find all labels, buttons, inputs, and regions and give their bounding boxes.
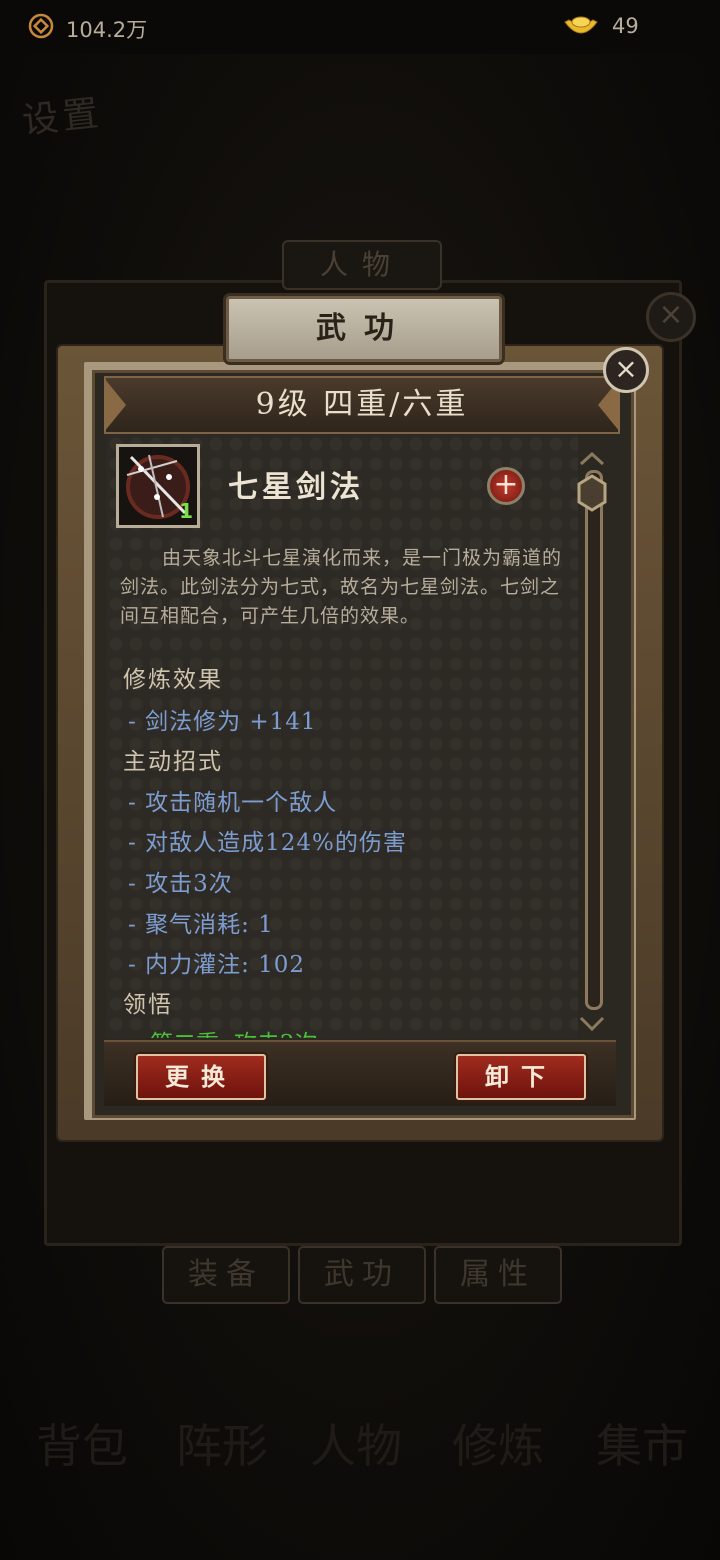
- tab-martial-arts[interactable]: 武功: [298, 1246, 426, 1304]
- active-move-line: - 攻击3次: [128, 871, 233, 897]
- coin-icon: [28, 13, 54, 39]
- skill-icon-level: 1: [179, 499, 193, 523]
- settings-button[interactable]: 设置: [20, 84, 105, 144]
- gold-ingot-icon: [564, 16, 598, 34]
- background-close-icon[interactable]: ×: [646, 292, 696, 342]
- scroll-up-icon[interactable]: [579, 452, 605, 466]
- training-effect-line: - 剑法修为 +141: [128, 709, 317, 735]
- close-icon[interactable]: ×: [603, 347, 649, 393]
- modal-title: 武功: [316, 311, 412, 346]
- scroll-down-icon[interactable]: [579, 1016, 605, 1032]
- tab-equipment[interactable]: 装备: [162, 1246, 290, 1304]
- training-effect-heading: 修炼效果: [123, 667, 223, 693]
- nav-market[interactable]: 集市: [596, 1420, 688, 1472]
- skill-name: 七星剑法: [228, 470, 364, 505]
- insight-line: 第二重: 攻击2次: [150, 1024, 318, 1038]
- active-move-line: - 聚气消耗: 1: [128, 912, 274, 938]
- nav-formation[interactable]: 阵形: [176, 1420, 268, 1472]
- ingot-amount: 49: [612, 14, 639, 38]
- scroll-thumb[interactable]: [577, 474, 607, 512]
- character-sub-tabs: 装备 武功 属性: [162, 1246, 562, 1304]
- replace-button[interactable]: 更换: [136, 1054, 266, 1100]
- unequip-button[interactable]: 卸下: [456, 1054, 586, 1100]
- modal-title-plaque: 武功: [226, 296, 502, 362]
- insight-heading: 领悟: [123, 992, 173, 1018]
- active-move-heading: 主动招式: [123, 749, 223, 775]
- skill-description: 由天象北斗七星演化而来，是一门极为霸道的剑法。此剑法分为七式，故名为七星剑法。七…: [120, 547, 563, 627]
- tab-attributes[interactable]: 属性: [434, 1246, 562, 1304]
- active-move-line: - 内力灌注: 102: [128, 952, 306, 978]
- active-move-line: - 攻击随机一个敌人: [128, 790, 338, 816]
- coin-amount: 104.2万: [66, 18, 148, 42]
- nav-training[interactable]: 修炼: [452, 1420, 544, 1472]
- scrollbar[interactable]: [585, 470, 603, 1010]
- skill-icon[interactable]: 1: [116, 444, 200, 528]
- level-banner: 9级 四重/六重: [104, 376, 620, 434]
- tab-character[interactable]: 人物: [282, 240, 442, 290]
- add-icon[interactable]: +: [487, 467, 525, 505]
- active-move-line: - 对敌人造成124%的伤害: [128, 830, 407, 856]
- nav-character[interactable]: 人物: [310, 1420, 402, 1472]
- nav-bag[interactable]: 背包: [36, 1420, 128, 1472]
- skill-level-text: 9级 四重/六重: [255, 387, 469, 422]
- top-bar: 104.2万 49: [0, 0, 720, 54]
